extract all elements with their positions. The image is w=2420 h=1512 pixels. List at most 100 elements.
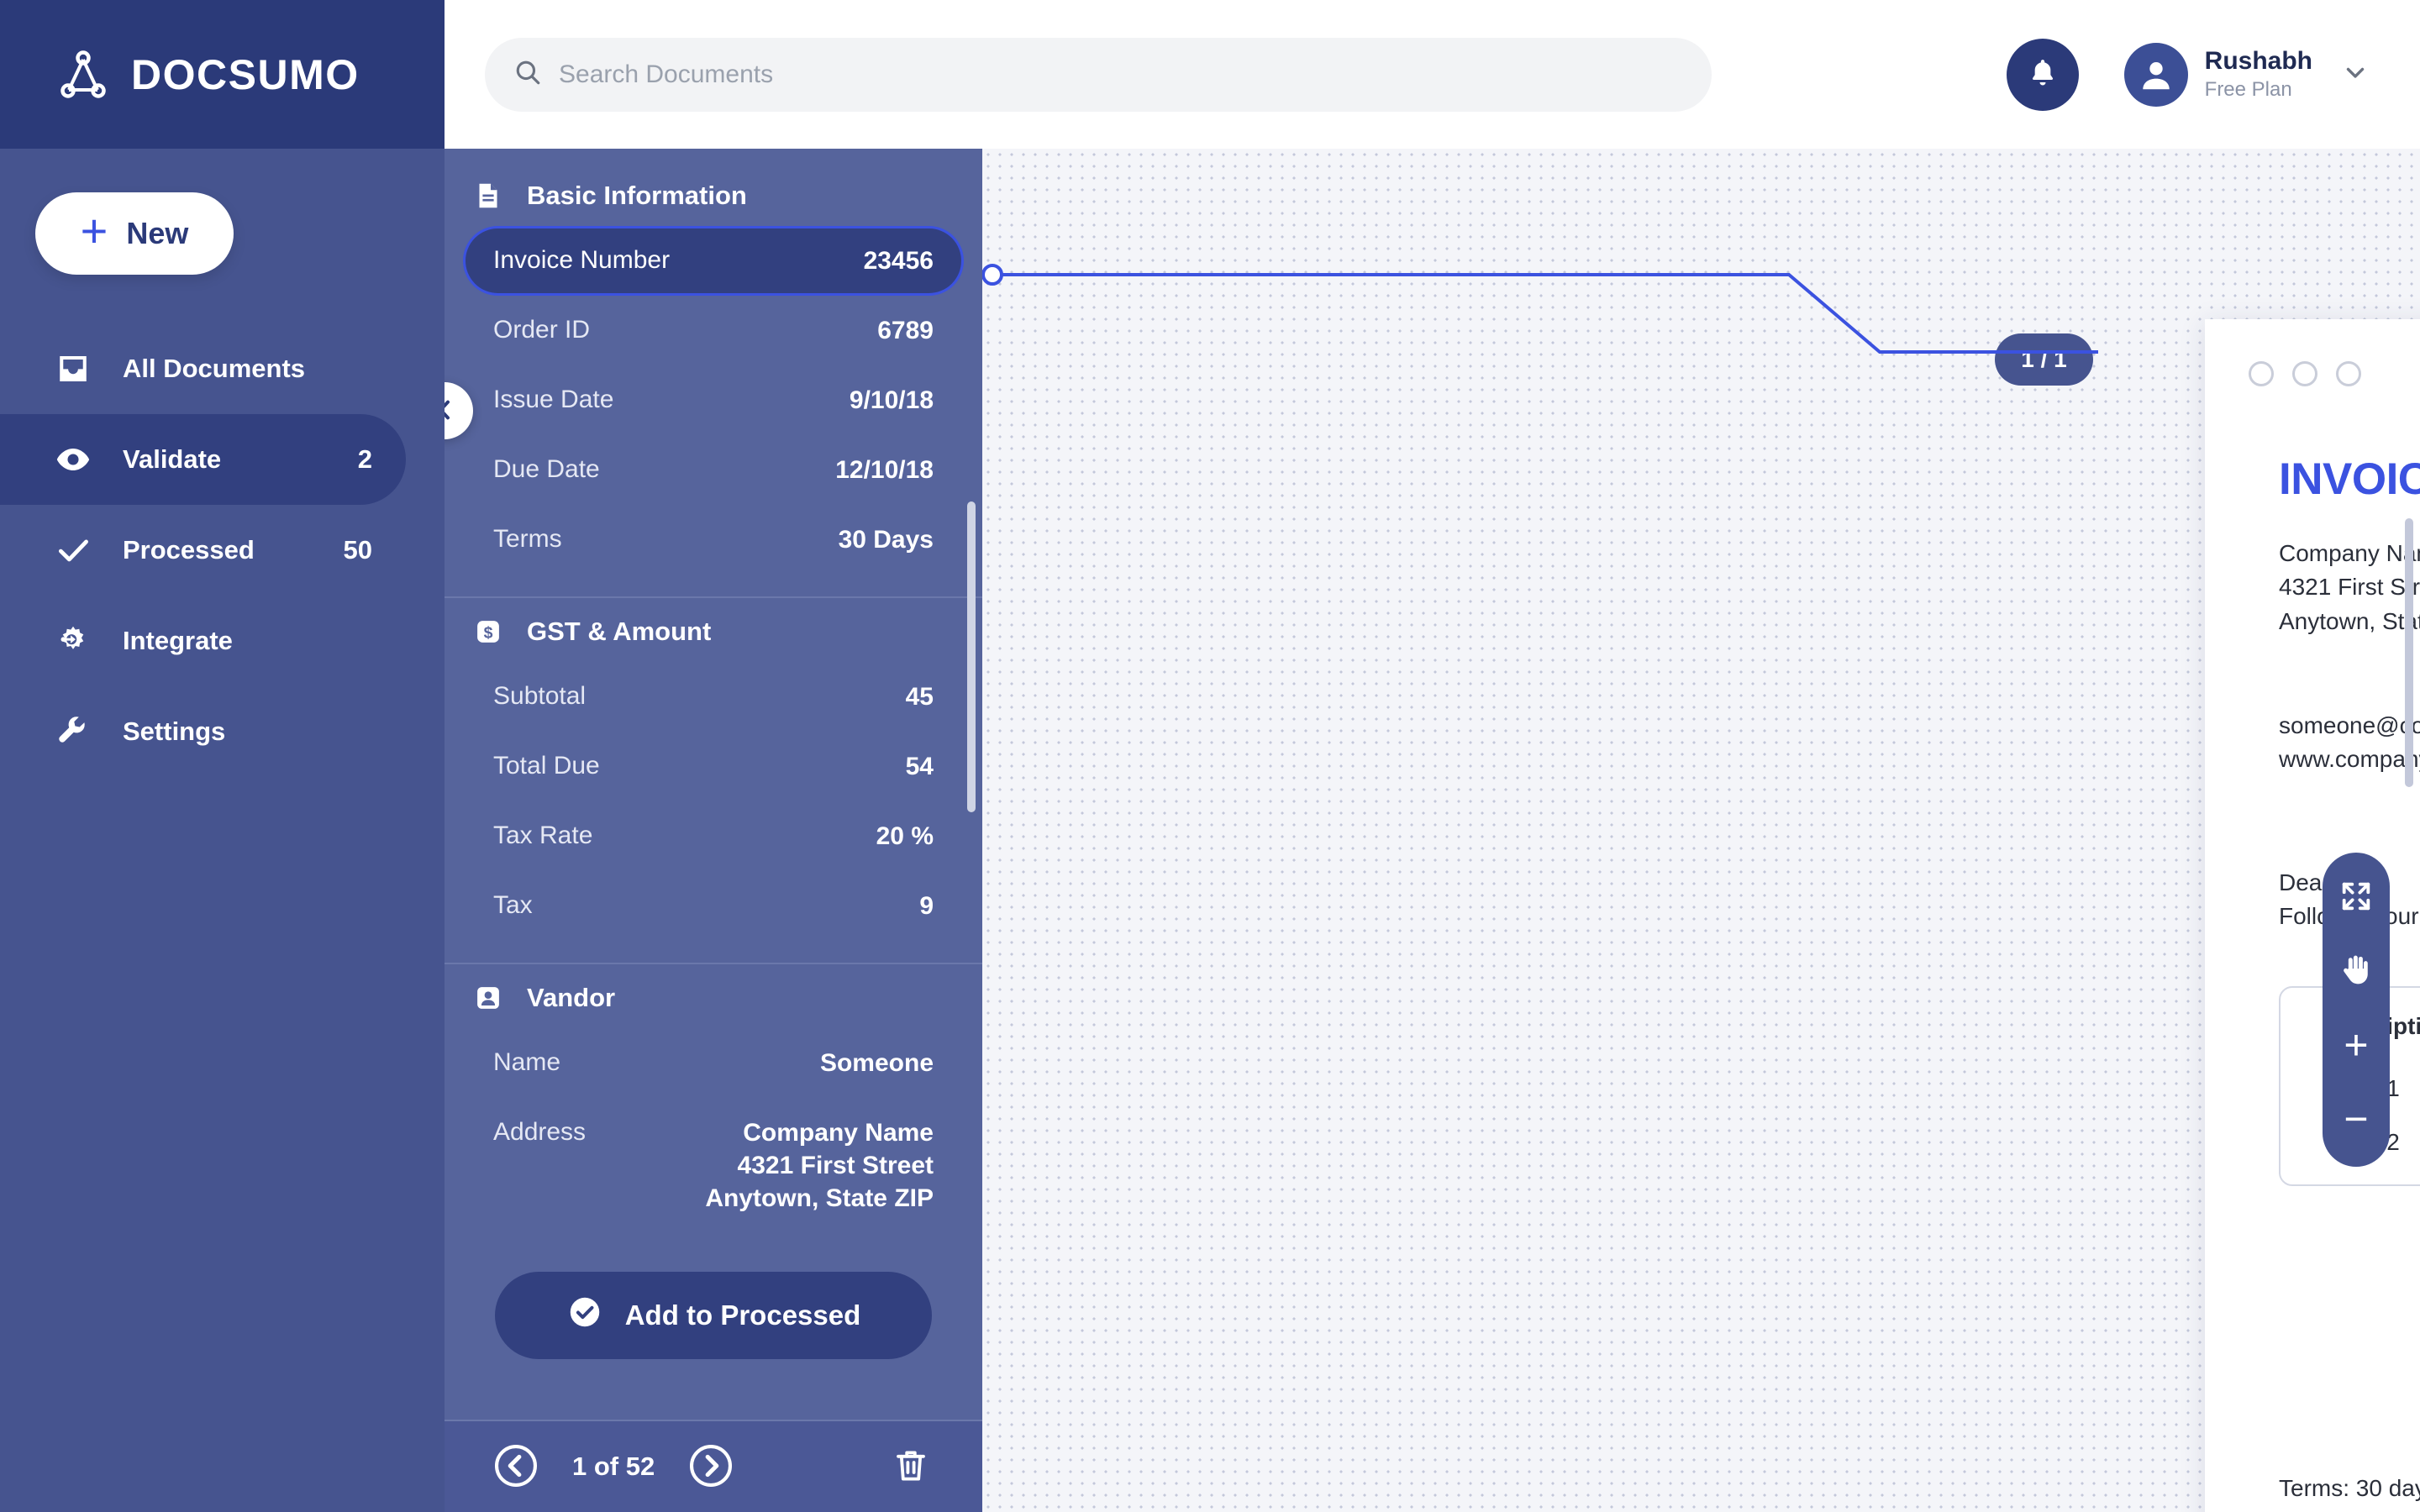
company-name: Company Name — [2279, 540, 2420, 566]
new-button[interactable]: + New — [35, 192, 234, 275]
pan-tool-button[interactable] — [2330, 945, 2382, 997]
sidebar-item-label: Integrate — [123, 626, 233, 655]
viewer-toolbar: + − — [2323, 853, 2390, 1167]
eye-icon — [52, 440, 94, 479]
field-row-address[interactable]: Address Company Name 4321 First Street A… — [463, 1098, 964, 1233]
sidebar-item-count: 50 — [343, 535, 372, 564]
sidebar-item-integrate[interactable]: Integrate — [0, 596, 406, 686]
sidebar-item-label: Settings — [123, 717, 226, 746]
check-circle-icon — [566, 1294, 603, 1337]
field-row-name[interactable]: Name Someone — [463, 1028, 964, 1098]
notifications-button[interactable] — [2006, 38, 2079, 111]
sidebar-item-settings[interactable]: Settings — [0, 686, 406, 777]
contact-email: someone@companyname.com — [2279, 711, 2420, 738]
page-indicator-badge: 1 / 1 — [1995, 333, 2093, 386]
pager-label: 1 of 52 — [572, 1452, 655, 1481]
totals-section: Subtotal : 22,542 Tax rate : 10% Tax due… — [2279, 1231, 2420, 1408]
field-row-subtotal[interactable]: Subtotal 45 — [463, 662, 964, 732]
hand-icon — [2338, 952, 2375, 991]
user-menu[interactable]: Rushabh Free Plan — [2123, 42, 2370, 107]
contact-block: someone@companyname.com www.companyname.… — [2279, 709, 2420, 777]
field-label: Tax — [493, 891, 533, 919]
chevron-left-circle-icon — [492, 1441, 540, 1493]
plus-icon: + — [80, 204, 108, 257]
add-to-processed-button[interactable]: Add to Processed — [495, 1272, 932, 1359]
field-row-due-date[interactable]: Due Date 12/10/18 — [463, 435, 964, 505]
field-row-issue-date[interactable]: Issue Date 9/10/18 — [463, 365, 964, 435]
field-value: 23456 — [863, 247, 934, 275]
contact-card-icon — [471, 983, 505, 1013]
fields-scrollbar[interactable] — [967, 501, 976, 812]
add-to-processed-wrap: Add to Processed — [445, 1233, 982, 1378]
field-row-invoice-number[interactable]: Invoice Number 23456 — [463, 226, 964, 296]
bell-icon — [2026, 56, 2060, 92]
gear-arrow-icon — [52, 622, 94, 659]
section-title: Basic Information — [527, 181, 747, 210]
field-label: Subtotal — [493, 682, 587, 710]
field-row-tax-rate[interactable]: Tax Rate 20 % — [463, 801, 964, 871]
top-bar: DOCSUMO Search Documents Rushabh Free Pl… — [0, 0, 2420, 149]
viewer-scrollbar[interactable] — [2405, 518, 2413, 787]
contact-website: www.companyname.com — [2279, 746, 2420, 773]
sidebar-item-processed[interactable]: Processed 50 — [0, 505, 406, 596]
brand-logo[interactable]: DOCSUMO — [0, 0, 445, 149]
company-address-block: Company Name 4321 First Street Anytown, … — [2279, 537, 2420, 638]
field-row-order-id[interactable]: Order ID 6789 — [463, 296, 964, 365]
chevron-down-icon[interactable] — [2341, 58, 2370, 91]
section-title: GST & Amount — [527, 617, 712, 646]
top-bar-right: Rushabh Free Plan — [445, 0, 2420, 149]
search-box[interactable] — [485, 37, 1712, 112]
company-street: 4321 First Street — [2279, 574, 2420, 601]
field-value: 6789 — [877, 317, 934, 344]
zoom-out-button[interactable]: − — [2330, 1093, 2382, 1145]
plus-icon: + — [2344, 1021, 2369, 1068]
field-row-tax[interactable]: Tax 9 — [463, 871, 964, 941]
sidebar-item-label: All Documents — [123, 354, 306, 383]
fields-pager: 1 of 52 — [445, 1420, 982, 1512]
docsumo-app: DOCSUMO Search Documents Rushabh Free Pl… — [0, 0, 2420, 1512]
docsumo-triangle-logo-icon — [57, 49, 109, 101]
minus-icon: − — [2344, 1095, 2369, 1142]
chevron-right-circle-icon — [687, 1441, 735, 1493]
due-date-line: Due date : September 30 — [2279, 1506, 2420, 1512]
left-sidebar: + New All Documents Validate 2 Processed… — [0, 149, 445, 1512]
field-value: 20 % — [876, 822, 934, 850]
delete-document-button[interactable] — [885, 1441, 937, 1493]
document-viewer: 1 / 1 INVOICE Company Name — [982, 149, 2420, 1512]
field-value: 30 Days — [838, 526, 934, 554]
invoice-title: INVOICE — [2279, 454, 2420, 504]
user-meta: Rushabh Free Plan — [2205, 46, 2312, 102]
nav-list: All Documents Validate 2 Processed 50 In… — [0, 323, 445, 777]
fields-panel: Basic Information Invoice Number 23456 O… — [416, 149, 982, 1512]
body-row: + New All Documents Validate 2 Processed… — [0, 149, 2420, 1512]
user-plan: Free Plan — [2204, 78, 2292, 102]
field-label: Issue Date — [493, 386, 614, 413]
fields-scroll-area: Basic Information Invoice Number 23456 O… — [445, 149, 982, 1420]
brand-name: DOCSUMO — [131, 50, 360, 98]
zoom-in-button[interactable]: + — [2330, 1019, 2382, 1071]
wrench-icon — [52, 713, 94, 750]
sidebar-item-label: Validate — [123, 444, 222, 474]
window-dot — [2249, 361, 2274, 386]
sidebar-item-all-documents[interactable]: All Documents — [0, 323, 406, 414]
sidebar-item-validate[interactable]: Validate 2 — [0, 414, 406, 505]
field-label: Tax Rate — [493, 822, 593, 849]
fullscreen-button[interactable] — [2330, 871, 2382, 923]
field-label: Invoice Number — [493, 246, 671, 274]
field-label: Name — [493, 1048, 561, 1076]
company-city: Anytown, State ZIP — [2279, 607, 2420, 634]
sidebar-item-label: Processed — [123, 535, 255, 564]
next-document-button[interactable] — [685, 1441, 737, 1493]
window-dot — [2336, 361, 2361, 386]
prev-document-button[interactable] — [490, 1441, 542, 1493]
user-avatar-icon — [2123, 42, 2188, 107]
document-lines-icon — [471, 181, 505, 211]
user-name: Rushabh — [2204, 47, 2312, 76]
field-row-terms[interactable]: Terms 30 Days — [463, 505, 964, 575]
field-row-total-due[interactable]: Total Due 54 — [463, 732, 964, 801]
field-value: 9 — [919, 892, 934, 920]
window-dot — [2292, 361, 2317, 386]
terms-line: Terms: 30 days — [2279, 1475, 2420, 1502]
field-label: Total Due — [493, 752, 600, 780]
search-input[interactable] — [559, 60, 1683, 89]
